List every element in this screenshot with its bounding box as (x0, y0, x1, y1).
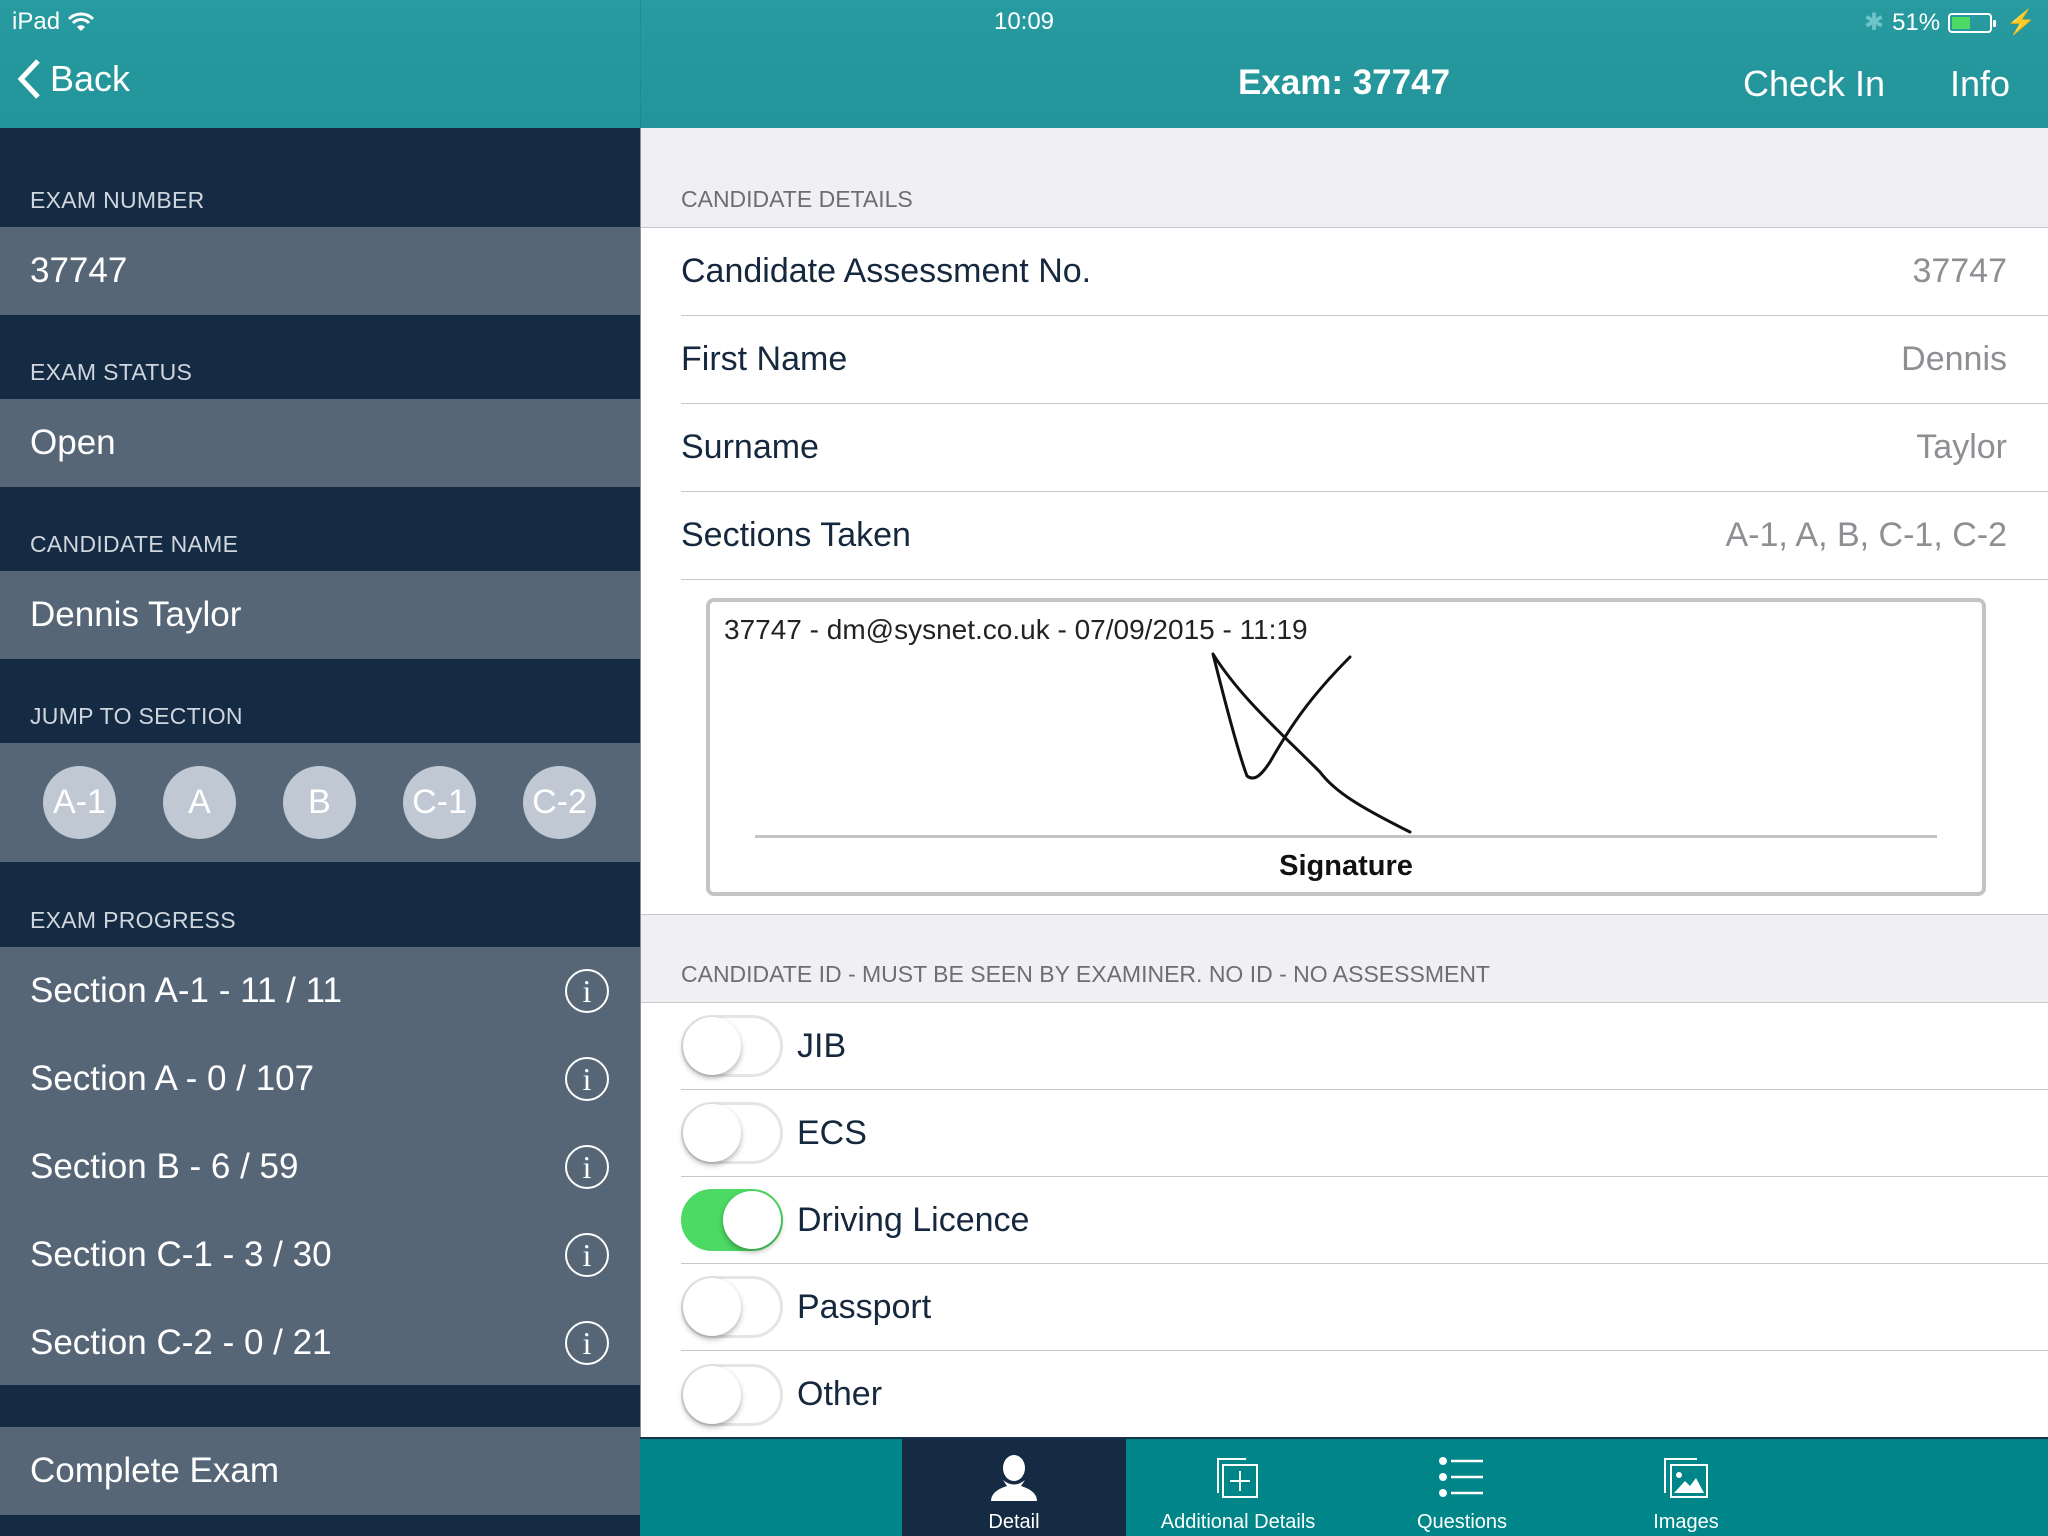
tab-label: Images (1653, 1511, 1719, 1533)
tab-label: Questions (1416, 1511, 1508, 1533)
images-icon (1664, 1458, 1708, 1498)
info-button[interactable]: Info (1950, 63, 2010, 105)
id-option-label: Driving Licence (797, 1200, 1030, 1239)
detail-label: Candidate Assessment No. (681, 252, 1092, 290)
signature-pad[interactable]: 37747 - dm@sysnet.co.uk - 07/09/2015 - 1… (706, 598, 1986, 896)
detail-row-sections-taken: Sections Taken A-1, A, B, C-1, C-2 (681, 492, 2048, 580)
progress-item[interactable]: Section A-1 - 11 / 11 i (0, 947, 640, 1035)
signature-stroke (1211, 652, 1412, 834)
chevron-left-icon (17, 59, 40, 99)
signature-line (755, 835, 1937, 838)
candidate-name-label: CANDIDATE NAME (30, 531, 239, 557)
back-label: Back (50, 58, 131, 99)
detail-value: Taylor (1916, 428, 2007, 466)
battery-level (1952, 16, 1971, 29)
list-icon (1439, 1457, 1483, 1497)
progress-label: Section A - 0 / 107 (30, 1059, 315, 1098)
id-option-label: Other (797, 1375, 883, 1413)
exam-number-value: 37747 (0, 227, 640, 315)
id-option-label: ECS (797, 1113, 867, 1152)
detail-value: A-1, A, B, C-1, C-2 (1725, 516, 2007, 554)
detail-label: First Name (681, 340, 848, 378)
tab-label: Detail (988, 1511, 1040, 1533)
id-option-other: Other (681, 1351, 2048, 1438)
exam-number-label: EXAM NUMBER (30, 187, 205, 213)
id-option-passport: Passport (681, 1264, 2048, 1351)
info-icon[interactable]: i (565, 969, 609, 1013)
jump-section-button[interactable]: A (163, 766, 236, 839)
progress-label: Section B - 6 / 59 (30, 1147, 299, 1186)
candidate-details-header: CANDIDATE DETAILS (641, 128, 2048, 228)
complete-exam-button[interactable]: Complete Exam (0, 1427, 640, 1515)
jump-section-button[interactable]: A-1 (43, 766, 116, 839)
exam-status-label: EXAM STATUS (30, 359, 193, 385)
tab-detail[interactable]: Detail (902, 1439, 1126, 1536)
jump-section-button[interactable]: C-1 (403, 766, 476, 839)
tab-images[interactable]: Images (1574, 1439, 1798, 1536)
status-bar: iPad 10:09 ✱ 51% ⚡ (0, 0, 2048, 40)
jump-section-button[interactable]: B (283, 766, 356, 839)
bluetooth-icon: ✱ (1863, 9, 1885, 36)
info-icon[interactable]: i (565, 1233, 609, 1277)
progress-item[interactable]: Section C-2 - 0 / 21 i (0, 1299, 640, 1387)
detail-panel: CANDIDATE DETAILS Candidate Assessment N… (640, 128, 2048, 1437)
battery-icon (1948, 12, 1997, 33)
progress-item[interactable]: Section A - 0 / 107 i (0, 1035, 640, 1123)
jump-to-section-label: JUMP TO SECTION (30, 703, 243, 729)
clock: 10:09 (993, 8, 1055, 35)
candidate-name-value: Dennis Taylor (0, 571, 640, 659)
tab-additional-details[interactable]: Additional Details (1126, 1439, 1350, 1536)
tab-bar: Detail Additional Details Questions Imag… (640, 1437, 2048, 1536)
id-toggle[interactable] (681, 1189, 783, 1251)
progress-label: Section C-2 - 0 / 21 (30, 1323, 332, 1362)
signature-caption: Signature (1279, 850, 1413, 882)
id-toggle[interactable] (681, 1015, 783, 1077)
info-icon[interactable]: i (565, 1057, 609, 1101)
progress-label: Section C-1 - 3 / 30 (30, 1235, 332, 1274)
battery-percent: 51% (1892, 8, 1941, 36)
detail-label: Surname (681, 428, 819, 466)
id-option-ecs: ECS (681, 1090, 2048, 1177)
id-toggle[interactable] (681, 1276, 783, 1338)
progress-label: Section A-1 - 11 / 11 (30, 971, 342, 1010)
info-icon[interactable]: i (565, 1145, 609, 1189)
jump-to-section-bar: A-1 A B C-1 C-2 (0, 743, 640, 862)
detail-value: 37747 (1912, 252, 2007, 290)
id-toggle[interactable] (681, 1363, 783, 1426)
id-option-driving-licence: Driving Licence (681, 1177, 2048, 1264)
exam-status-value: Open (0, 399, 640, 487)
person-icon (991, 1455, 1037, 1501)
charging-icon: ⚡ (2006, 9, 2036, 36)
candidate-id-header: CANDIDATE ID - MUST BE SEEN BY EXAMINER.… (641, 915, 2048, 1003)
jump-section-button[interactable]: C-2 (523, 766, 596, 839)
detail-row-surname: Surname Taylor (681, 404, 2048, 492)
back-button[interactable]: Back (16, 58, 130, 100)
id-option-jib: JIB (681, 1003, 2048, 1090)
detail-row-first-name: First Name Dennis (681, 316, 2048, 404)
detail-label: Sections Taken (681, 516, 911, 554)
progress-item[interactable]: Section B - 6 / 59 i (0, 1123, 640, 1211)
signature-cell: 37747 - dm@sysnet.co.uk - 07/09/2015 - 1… (641, 578, 2048, 915)
sidebar: EXAM NUMBER 37747 EXAM STATUS Open CANDI… (0, 128, 640, 1536)
id-option-label: JIB (797, 1026, 847, 1065)
check-in-button[interactable]: Check In (1743, 63, 1885, 105)
navigation-header: iPad 10:09 ✱ 51% ⚡ Back Exam: 37747 Chec… (0, 0, 2048, 128)
add-copy-icon (1217, 1458, 1258, 1498)
progress-item[interactable]: Section C-1 - 3 / 30 i (0, 1211, 640, 1299)
id-option-label: Passport (797, 1287, 932, 1326)
exam-progress-label: EXAM PROGRESS (30, 907, 236, 933)
exam-progress-list: Section A-1 - 11 / 11 i Section A - 0 / … (0, 947, 640, 1385)
detail-row-assessment-no: Candidate Assessment No. 37747 (681, 228, 2048, 316)
id-toggle[interactable] (681, 1102, 783, 1164)
tab-questions[interactable]: Questions (1350, 1439, 1574, 1536)
tab-label: Additional Details (1160, 1511, 1316, 1533)
detail-value: Dennis (1901, 340, 2007, 378)
info-icon[interactable]: i (565, 1321, 609, 1365)
